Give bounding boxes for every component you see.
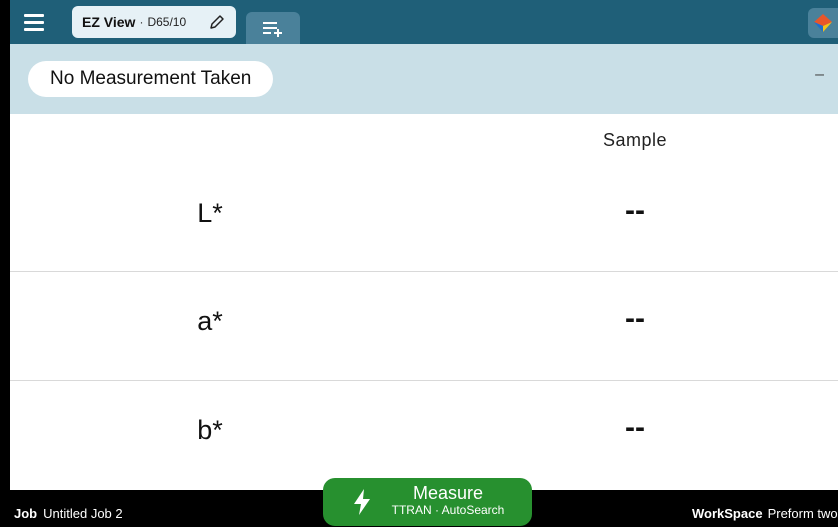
row-value: -- [625,302,645,335]
measure-button[interactable]: Measure TTRAN · AutoSearch [323,478,532,526]
row-label: L* [197,198,223,228]
hamburger-menu-icon[interactable] [20,10,52,34]
tab-name: EZ View [82,14,136,30]
row-label: b* [197,415,223,445]
lightning-bolt-icon [354,489,370,515]
measure-mode-label: TTRAN · AutoSearch [391,503,505,517]
measurement-status-band: No Measurement Taken – [10,44,838,114]
footer-workspace-value: Preform two [767,506,838,521]
playlist-add-icon [263,22,282,37]
measurement-status-badge: No Measurement Taken [28,61,274,97]
column-header-sample: Sample [602,130,668,150]
tab-ez-view[interactable]: EZ View · D65/10 [72,6,236,38]
pencil-icon[interactable] [208,13,226,31]
app-window: EZ View · D65/10 No Measurement Taken – … [10,0,838,490]
tab-illuminant: D65/10 [147,15,187,29]
status-right-value: – [815,66,824,83]
table-row-l: L* -- [10,164,838,272]
table-row-b: b* -- [10,381,838,489]
table-row-a: a* -- [10,272,838,380]
footer-job: Job Untitled Job 2 [14,506,123,521]
measure-label: Measure [412,483,484,503]
row-value: -- [625,411,645,444]
row-value: -- [625,194,645,227]
footer-workspace-label: WorkSpace [692,506,763,521]
app-logo-icon [808,8,838,38]
top-bar: EZ View · D65/10 [10,0,838,44]
footer-job-value: Untitled Job 2 [43,506,123,521]
add-tab-button[interactable] [246,12,300,44]
tab-separator: · [139,15,144,29]
row-label: a* [197,306,223,336]
footer-workspace: WorkSpace Preform two [692,506,838,521]
footer-job-label: Job [14,506,38,521]
